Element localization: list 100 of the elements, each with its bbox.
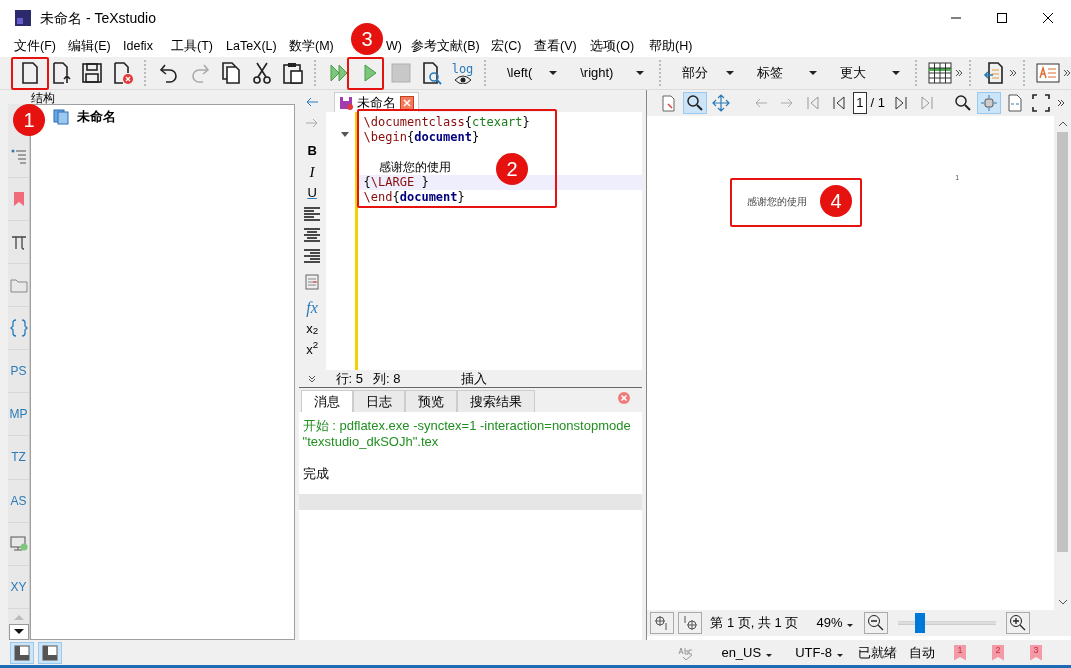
move-icon: [712, 94, 731, 112]
braces-icon: [9, 319, 28, 338]
math-button[interactable]: fx: [300, 298, 325, 318]
scroll-up-icon: [12, 612, 25, 621]
view-log-button[interactable]: log: [447, 58, 478, 88]
magnifier-icon: [686, 94, 705, 112]
bold-button[interactable]: B: [300, 141, 325, 161]
align-center-icon: [304, 227, 321, 243]
open-file-icon: [50, 61, 71, 85]
message-tab[interactable]: 日志: [352, 389, 405, 412]
subscript-button[interactable]: x$_{2}$: [300, 319, 325, 339]
scrollbar-thumb[interactable]: [1057, 132, 1068, 552]
menu-item[interactable]: 查看(V): [534, 37, 590, 56]
page-fit-icon: [1006, 94, 1024, 112]
scroll-down-button[interactable]: [8, 624, 29, 641]
toggle-panel-button[interactable]: [10, 641, 34, 664]
toggle-panel-button[interactable]: [38, 641, 62, 664]
build-view-icon: [327, 62, 350, 84]
tab-close-button[interactable]: [399, 95, 414, 110]
menu-item[interactable]: 文件(F): [14, 37, 68, 56]
menu-item[interactable]: 选项(O): [590, 37, 649, 56]
menu-item[interactable]: 参考文献(B): [411, 37, 491, 56]
overflow-chevron-icon[interactable]: [1009, 69, 1018, 77]
save-icon: [80, 62, 103, 84]
italic-button[interactable]: I: [300, 162, 325, 182]
overflow-chevron-icon[interactable]: [955, 69, 964, 77]
scroll-down-icon: [12, 628, 25, 637]
previous-page-icon: [833, 96, 846, 110]
menu-item[interactable]: 编辑(E): [68, 37, 123, 56]
dropdown-button[interactable]: 标签: [743, 58, 827, 88]
overflow-chevron-icon[interactable]: [1057, 99, 1065, 107]
document-arrow-icon: [982, 61, 1005, 85]
code-line: \documentclass{ctexart}: [363, 115, 530, 129]
pdf-text: 感谢您的使用: [747, 195, 808, 209]
expand-icon[interactable]: [307, 374, 316, 383]
paste-icon: [281, 61, 304, 85]
scroll-down-icon: [1057, 599, 1068, 605]
dropdown-button[interactable]: \right): [566, 58, 654, 88]
mode-text: 自动: [908, 643, 936, 662]
close-icon: [1042, 12, 1054, 24]
side-tab[interactable]: PS: [8, 361, 29, 382]
zoom-slider-thumb[interactable]: [915, 613, 925, 633]
log-message: 完成: [302, 466, 330, 482]
code-line: \begin{document}: [363, 130, 480, 144]
underline-button[interactable]: U: [300, 183, 325, 203]
table-icon: [927, 62, 952, 84]
run-icon: [361, 62, 378, 84]
fullscreen-icon: [1032, 94, 1050, 112]
window-title: 未命名 - TeXstudio: [40, 8, 156, 28]
zoom-in-button[interactable]: [1006, 612, 1031, 634]
menu-item[interactable]: 宏(C): [491, 37, 534, 56]
zoom-out-button[interactable]: [864, 612, 889, 634]
eye-icon: [453, 74, 472, 84]
zoom-in-icon: [1009, 614, 1028, 632]
message-tab[interactable]: 搜索结果: [456, 389, 535, 412]
undo-icon: [157, 62, 180, 84]
tree-item[interactable]: 未命名: [77, 107, 116, 127]
text-style-icon: [1035, 63, 1060, 83]
page-number-field[interactable]: 1: [853, 92, 867, 114]
side-tab[interactable]: [8, 318, 29, 339]
dropdown-button[interactable]: 更大: [826, 58, 910, 88]
code-line: {\LARGE }: [363, 175, 429, 189]
page-break-icon: [305, 274, 320, 290]
view-pdf-icon: [420, 61, 443, 85]
magnifier-icon: [954, 94, 972, 112]
caret-icon: [635, 69, 646, 77]
last-page-icon: [921, 96, 933, 110]
superscript-button[interactable]: x$^{2}$: [300, 340, 325, 360]
zoom-dropdown[interactable]: 49%: [816, 613, 855, 633]
bookmark-icon: [12, 191, 25, 208]
code-line: \end{document}: [363, 190, 465, 204]
side-tab[interactable]: MP: [8, 404, 29, 425]
magnifier-button[interactable]: [683, 92, 708, 114]
dropdown-button[interactable]: \left(: [493, 58, 567, 88]
dropdown-button[interactable]: 部分: [668, 58, 744, 88]
sync-to-source-button[interactable]: [650, 612, 675, 634]
message-tab[interactable]: 消息: [300, 389, 353, 412]
side-tab[interactable]: TZ: [8, 447, 29, 468]
menu-item[interactable]: 数学(M): [289, 37, 351, 56]
language-dropdown[interactable]: en_US: [715, 642, 780, 663]
side-tab[interactable]: AS: [8, 490, 29, 511]
editor-tab[interactable]: 未命名: [333, 92, 419, 112]
caret-icon: [808, 69, 819, 77]
menu-item[interactable]: LaTeX(L): [226, 37, 289, 56]
side-tab[interactable]: XY: [8, 576, 29, 597]
menu-item[interactable]: 工具(T): [171, 37, 226, 56]
fullscreen-button[interactable]: [1029, 92, 1053, 114]
message-tab[interactable]: 预览: [404, 389, 457, 412]
menu-item[interactable]: 帮助(H): [649, 37, 699, 56]
sync-cursor-icon: [682, 615, 699, 631]
fold-icon[interactable]: [340, 132, 349, 138]
encoding-dropdown[interactable]: UTF-8: [789, 642, 850, 663]
overflow-chevron-icon[interactable]: [1063, 69, 1071, 77]
column-indicator: 列: 8: [373, 369, 401, 388]
menu-item[interactable]: W): [386, 37, 411, 56]
page-total: / 1: [870, 94, 885, 113]
dock-panel-icon: [42, 644, 58, 661]
menu-item[interactable]: Idefix: [123, 37, 171, 56]
code-line: 感谢您的使用: [377, 160, 451, 174]
sync-to-pdf-button[interactable]: [678, 612, 703, 634]
